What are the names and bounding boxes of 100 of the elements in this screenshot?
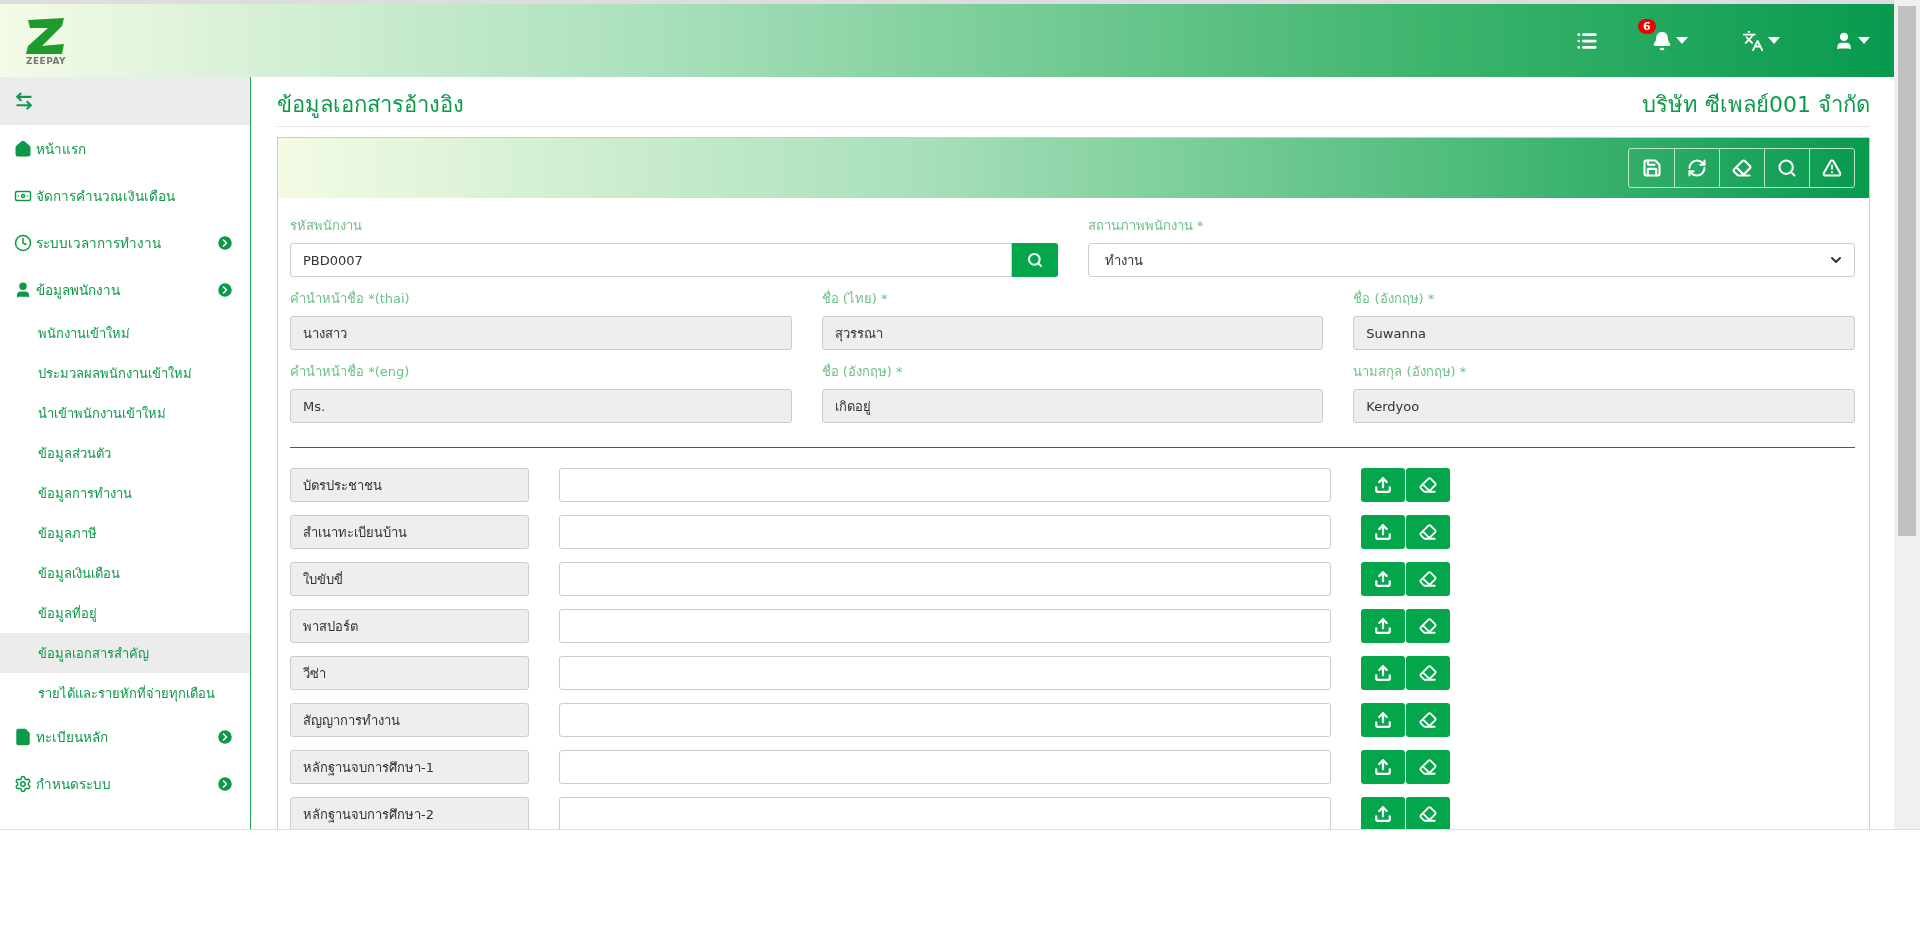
eraser-icon [1732, 158, 1752, 178]
clear-button[interactable] [1406, 750, 1450, 784]
language-icon [1742, 29, 1764, 52]
upload-icon [1374, 664, 1392, 682]
upload-icon [1374, 570, 1392, 588]
clear-button[interactable] [1406, 703, 1450, 737]
input-field[interactable] [559, 750, 1331, 784]
input-field[interactable] [559, 468, 1331, 502]
field-label: ชื่อ (อังกฤษ) * [1353, 289, 1436, 308]
sidebar-subitem[interactable]: ข้อมูลเงินเดือน [0, 553, 250, 593]
input-field[interactable] [559, 515, 1331, 549]
bell-icon [1652, 30, 1672, 51]
save-icon [1641, 158, 1662, 178]
upload-button[interactable] [1361, 656, 1405, 690]
input-field[interactable] [559, 797, 1331, 829]
refresh-icon [1687, 158, 1707, 178]
sidebar-item[interactable]: กำหนดระบบ [0, 760, 250, 807]
clear-button[interactable] [1406, 515, 1450, 549]
clear-button[interactable] [1406, 797, 1450, 829]
input-field[interactable] [559, 562, 1331, 596]
eraser-icon [1419, 805, 1437, 823]
clear-button[interactable] [1406, 656, 1450, 690]
upload-icon [1374, 758, 1392, 776]
caret-icon [1676, 36, 1688, 45]
upload-button[interactable] [1361, 515, 1405, 549]
user-icon [1834, 30, 1854, 51]
input-field[interactable]: เกิดอยู่ [821, 389, 1324, 423]
sidebar-subitem[interactable]: ข้อมูลเอกสารสำคัญ [0, 633, 250, 673]
clear-button[interactable] [1406, 468, 1450, 502]
page-title: ข้อมูลเอกสารอ้างอิง [277, 91, 464, 120]
search-icon [1777, 158, 1797, 178]
document-label: หลักฐานจบการศึกษา-1 [290, 750, 529, 784]
field-label: ชื่อ (ไทย) * [821, 289, 889, 308]
field-label: ชื่อ (อังกฤษ) * [821, 362, 904, 381]
eraser-icon [1419, 758, 1437, 776]
upload-icon [1374, 805, 1392, 823]
upload-button[interactable] [1361, 750, 1405, 784]
upload-icon [1374, 711, 1392, 729]
document-label: สัญญาการทำงาน [290, 703, 529, 737]
sidebar-item[interactable]: ทะเบียนหลัก [0, 713, 250, 760]
document-label: วีซ่า [290, 656, 529, 690]
sidebar-subitem[interactable]: นำเข้าพนักงานเข้าใหม่ [0, 393, 250, 433]
swap-arrows-icon [14, 91, 34, 111]
eraser-icon [1419, 664, 1437, 682]
clear-button[interactable] [1406, 562, 1450, 596]
sidebar-subitem[interactable]: รายได้และรายหักที่จ่ายทุกเดือน [0, 673, 250, 713]
sidebar-item[interactable]: จัดการคำนวณเงินเดือน [0, 172, 250, 219]
input-field[interactable]: Suwanna [1353, 316, 1855, 350]
sidebar-toggle-button[interactable] [0, 77, 250, 125]
field-label: รหัสพนักงาน [290, 217, 363, 235]
eraser-icon [1419, 570, 1437, 588]
eraser-icon [1419, 617, 1437, 635]
logo-text: ZEEPAY [25, 55, 67, 66]
input-field[interactable]: PBD0007 [290, 243, 1012, 277]
eraser-icon [1419, 711, 1437, 729]
document-label: ใบขับขี่ [290, 562, 529, 596]
upload-icon [1374, 523, 1392, 541]
eraser-icon [1419, 476, 1437, 494]
upload-button[interactable] [1361, 703, 1405, 737]
document-label: พาสปอร์ต [290, 609, 529, 643]
field-label: คำนำหน้าชื่อ *(eng) [290, 362, 411, 381]
field-label: คำนำหน้าชื่อ *(thai) [290, 289, 411, 308]
select-field[interactable]: ทำงาน [1087, 243, 1855, 277]
sidebar-subitem[interactable]: ประมวลผลพนักงานเข้าใหม่ [0, 353, 250, 393]
upload-button[interactable] [1361, 609, 1405, 643]
eraser-icon [1419, 523, 1437, 541]
document-label: หลักฐานจบการศึกษา-2 [290, 797, 529, 829]
caret-icon [1858, 36, 1870, 45]
input-field[interactable] [559, 656, 1331, 690]
document-label: บัตรประชาชน [290, 468, 529, 502]
sidebar-subitem[interactable]: ข้อมูลที่อยู่ [0, 593, 250, 633]
sidebar-subitem[interactable]: ข้อมูลการทำงาน [0, 473, 250, 513]
input-field[interactable] [559, 609, 1331, 643]
field-label: สถานภาพพนักงาน * [1087, 217, 1205, 235]
search-icon [1026, 252, 1043, 268]
input-field[interactable]: สุวรรณา [821, 316, 1324, 350]
input-field[interactable]: Ms. [290, 389, 792, 423]
upload-icon [1374, 617, 1392, 635]
input-field[interactable]: Kerdyoo [1353, 389, 1855, 423]
upload-button[interactable] [1361, 562, 1405, 596]
warning-icon [1822, 158, 1842, 178]
sidebar-item[interactable]: ข้อมูลพนักงาน [0, 266, 250, 313]
sidebar-item[interactable]: หน้าแรก [0, 125, 250, 172]
scrollbar[interactable] [1894, 0, 1920, 829]
document-label: สำเนาทะเบียนบ้าน [290, 515, 529, 549]
caret-icon [1768, 36, 1780, 45]
field-label: นามสกุล (อังกฤษ) * [1353, 363, 1468, 382]
company-name: บริษัท ซีเพลย์001 จำกัด [1642, 91, 1870, 119]
upload-button[interactable] [1361, 797, 1405, 829]
sidebar-subitem[interactable]: ข้อมูลส่วนตัว [0, 433, 250, 473]
sidebar-item[interactable]: ระบบเวลาการทำงาน [0, 219, 250, 266]
upload-button[interactable] [1361, 468, 1405, 502]
clear-button[interactable] [1406, 609, 1450, 643]
search-button[interactable] [1011, 243, 1058, 277]
input-field[interactable]: นางสาว [290, 316, 792, 350]
sidebar-subitem[interactable]: ข้อมูลภาษี [0, 513, 250, 553]
sidebar-subitem[interactable]: พนักงานเข้าใหม่ [0, 313, 250, 353]
notification-badge: 6 [1638, 18, 1656, 34]
upload-icon [1374, 476, 1392, 494]
input-field[interactable] [559, 703, 1331, 737]
